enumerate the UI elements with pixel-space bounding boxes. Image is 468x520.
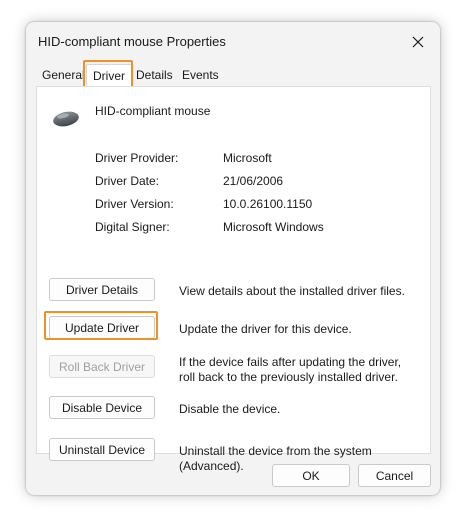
tab-details[interactable]: Details xyxy=(136,68,173,82)
uninstall-device-button[interactable]: Uninstall Device xyxy=(49,438,155,461)
driver-panel: HID-compliant mouse Driver Provider: Mic… xyxy=(36,86,431,473)
tab-driver[interactable]: Driver xyxy=(86,64,132,88)
digital-signer-value: Microsoft Windows xyxy=(223,220,324,234)
close-icon xyxy=(412,36,424,48)
driver-details-button[interactable]: Driver Details xyxy=(49,278,155,301)
tab-events[interactable]: Events xyxy=(182,68,219,82)
window-title: HID-compliant mouse Properties xyxy=(38,34,226,49)
ok-button[interactable]: OK xyxy=(272,464,350,487)
driver-provider-label: Driver Provider: xyxy=(95,151,179,165)
driver-details-description: View details about the installed driver … xyxy=(179,284,405,298)
driver-provider-value: Microsoft xyxy=(223,151,272,165)
screenshot-canvas: HID-compliant mouse Properties General D… xyxy=(0,0,468,520)
roll-back-driver-description: If the device fails after updating the d… xyxy=(179,355,402,384)
close-button[interactable] xyxy=(404,30,432,54)
tab-general[interactable]: General xyxy=(42,68,85,82)
update-driver-description: Update the driver for this device. xyxy=(179,322,352,336)
roll-back-driver-button[interactable]: Roll Back Driver xyxy=(49,355,155,378)
disable-device-description: Disable the device. xyxy=(179,402,281,416)
properties-dialog: HID-compliant mouse Properties General D… xyxy=(26,22,440,495)
update-driver-button[interactable]: Update Driver xyxy=(49,316,155,339)
driver-date-label: Driver Date: xyxy=(95,174,160,188)
cancel-button[interactable]: Cancel xyxy=(358,464,431,487)
driver-date-value: 21/06/2006 xyxy=(223,174,284,188)
disable-device-button[interactable]: Disable Device xyxy=(49,396,155,419)
device-name: HID-compliant mouse xyxy=(95,104,211,118)
driver-version-value: 10.0.26100.1150 xyxy=(223,197,313,211)
driver-version-label: Driver Version: xyxy=(95,197,174,211)
mouse-icon xyxy=(53,111,79,127)
title-bar: HID-compliant mouse Properties xyxy=(26,22,440,62)
digital-signer-label: Digital Signer: xyxy=(95,220,170,234)
